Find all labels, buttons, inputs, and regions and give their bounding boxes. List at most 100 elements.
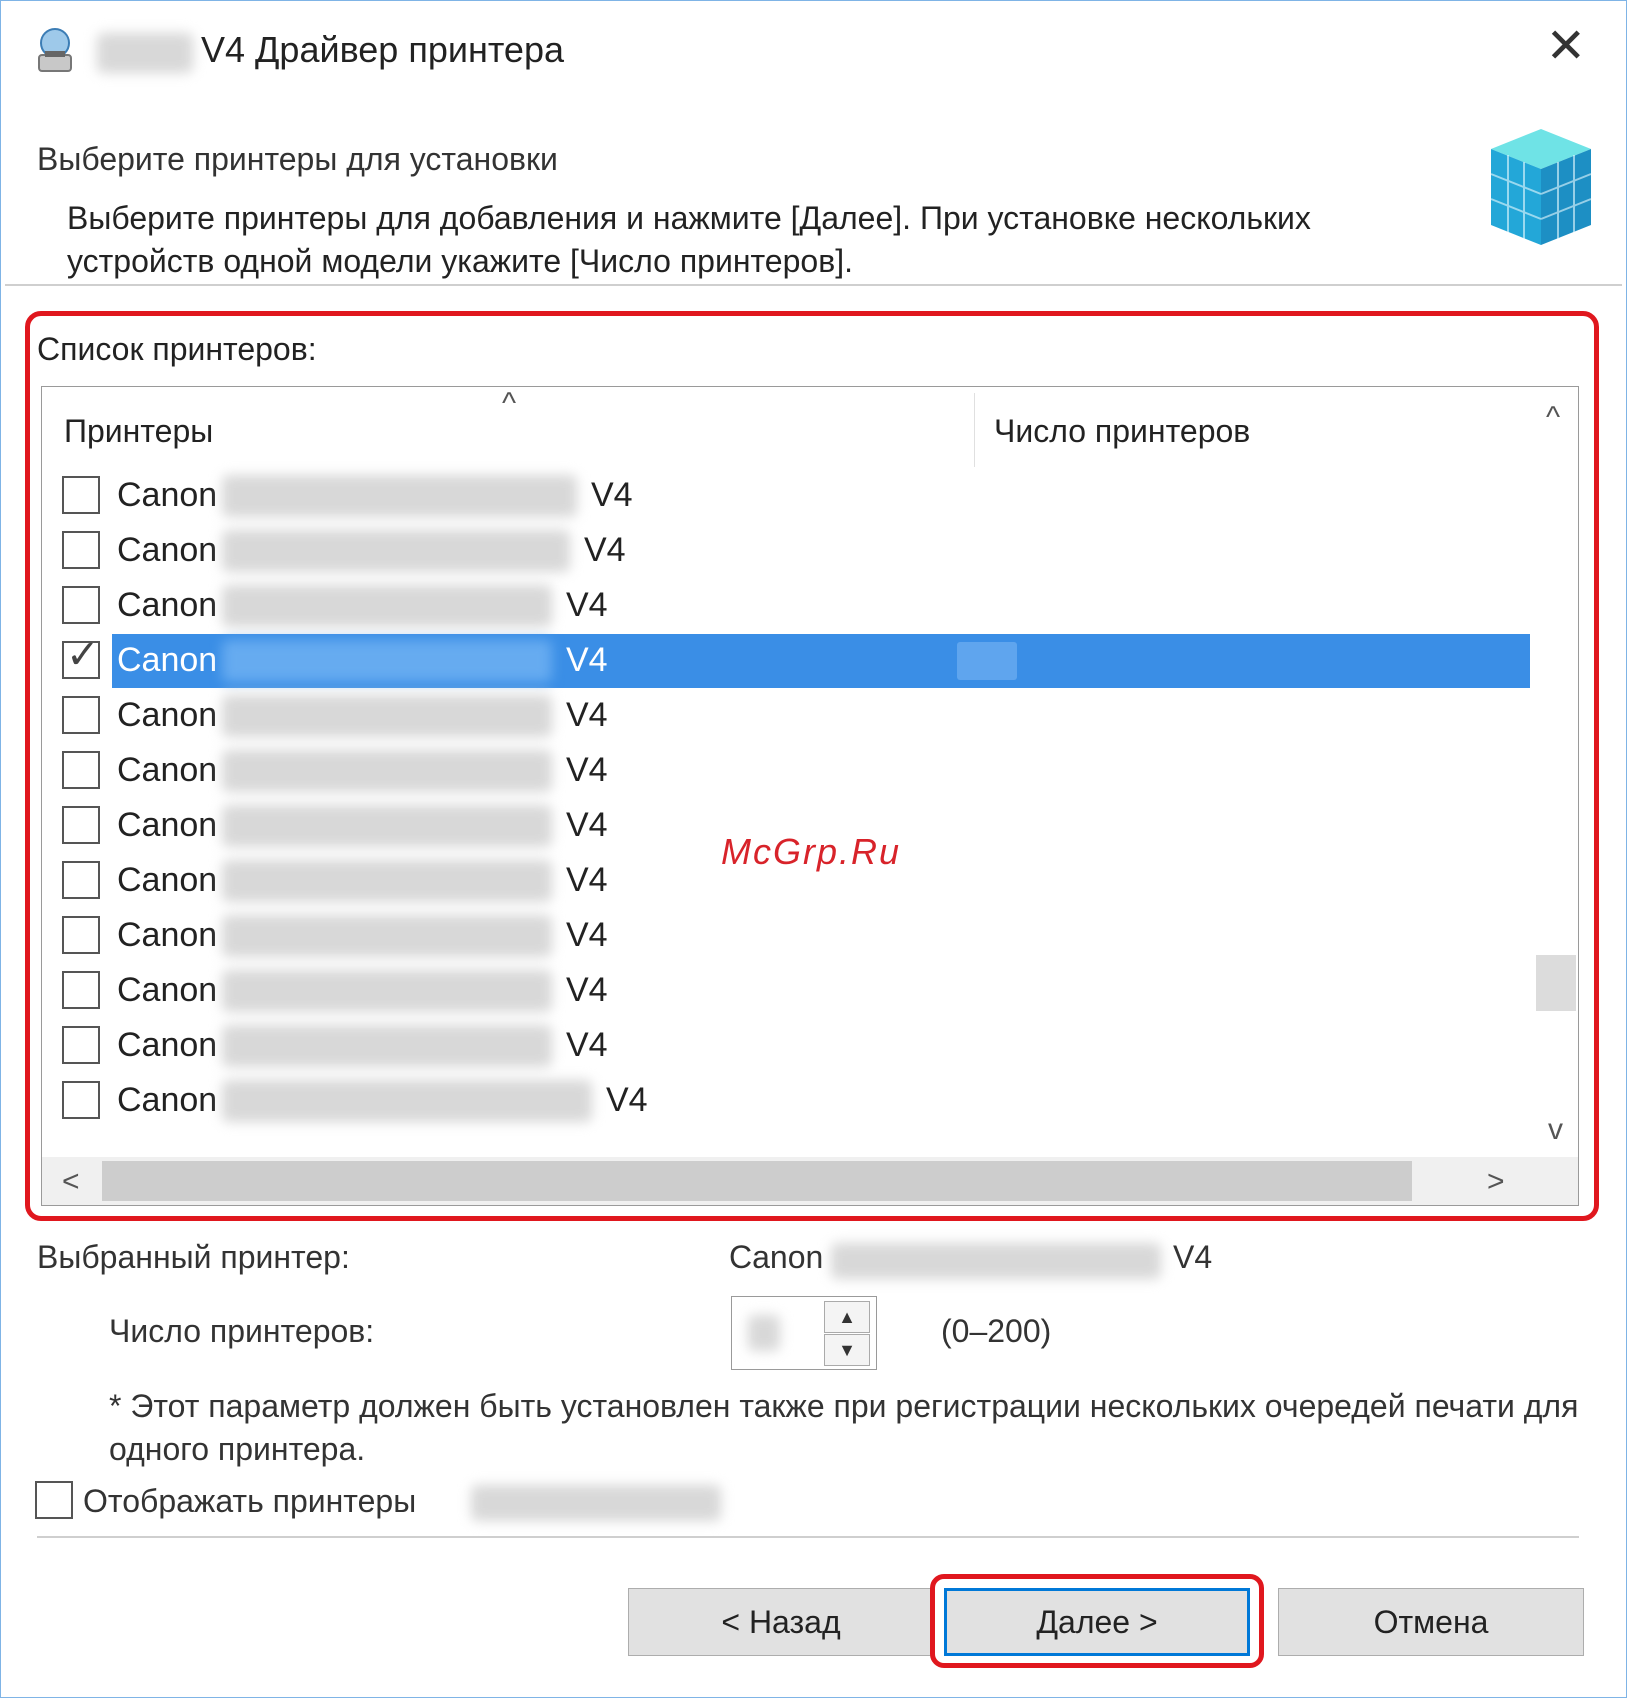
vertical-scroll-thumb[interactable] bbox=[1536, 955, 1576, 1011]
header-description: Выберите принтеры для добавления и нажми… bbox=[67, 200, 1311, 279]
chevron-up-icon[interactable]: ^ bbox=[1546, 401, 1560, 435]
printer-checkbox[interactable] bbox=[62, 861, 100, 899]
printer-name: Canon bbox=[117, 476, 218, 514]
printer-row[interactable]: Canon V4 bbox=[42, 744, 1520, 798]
close-icon[interactable]: ✕ bbox=[1546, 23, 1586, 71]
printer-count-label: Число принтеров: bbox=[109, 1313, 375, 1349]
printer-list[interactable]: ^ Принтеры Число принтеров Canon V4 Canon V… bbox=[41, 386, 1579, 1206]
back-button[interactable]: < Назад bbox=[628, 1588, 934, 1656]
printer-driver-suffix: V4 bbox=[584, 531, 626, 569]
printer-checkbox[interactable] bbox=[62, 916, 100, 954]
horizontal-scroll-thumb[interactable] bbox=[102, 1161, 1412, 1201]
printer-driver-suffix: V4 bbox=[566, 861, 608, 899]
printer-model-redaction bbox=[222, 695, 552, 737]
printer-driver-suffix: V4 bbox=[606, 1081, 648, 1119]
printer-driver-suffix: V4 bbox=[566, 696, 608, 734]
printer-name: Canon bbox=[117, 971, 218, 1009]
header-title: Выберите принтеры для установки bbox=[37, 141, 558, 177]
printer-checkbox[interactable] bbox=[62, 1081, 100, 1119]
selected-printer-suffix: V4 bbox=[1173, 1239, 1213, 1275]
printer-driver-suffix: V4 bbox=[566, 586, 608, 624]
printer-model-redaction bbox=[222, 750, 552, 792]
chevron-down-icon[interactable]: v bbox=[1548, 1113, 1563, 1147]
printer-model-redaction bbox=[222, 640, 552, 682]
horizontal-scrollbar[interactable]: < > bbox=[42, 1157, 1578, 1205]
header-separator bbox=[5, 284, 1622, 286]
printer-name: Canon bbox=[117, 751, 218, 789]
printer-row[interactable]: Canon V4 bbox=[42, 579, 1520, 633]
sort-ascending-icon: ^ bbox=[502, 387, 517, 420]
note-text: * Этот параметр должен быть установлен т… bbox=[109, 1388, 1579, 1467]
printer-row[interactable]: Canon V4 bbox=[42, 909, 1520, 963]
stepper-down-icon: ▼ bbox=[838, 1339, 856, 1360]
show-printers-checkbox[interactable] bbox=[35, 1481, 73, 1519]
printer-model-redaction bbox=[222, 860, 552, 902]
printer-driver-suffix: V4 bbox=[566, 751, 608, 789]
printer-name: Canon bbox=[117, 696, 218, 734]
printer-checkbox[interactable] bbox=[62, 696, 100, 734]
column-count-label: Число принтеров bbox=[994, 413, 1251, 449]
printer-name: Canon bbox=[117, 916, 218, 954]
stepper-up-button[interactable]: ▲ bbox=[824, 1301, 870, 1333]
printer-count-stepper[interactable]: ▲ ▼ bbox=[731, 1296, 877, 1370]
footer-separator bbox=[37, 1536, 1579, 1538]
printer-model-redaction bbox=[222, 475, 577, 517]
column-header-printers[interactable]: ^ Принтеры bbox=[42, 387, 974, 469]
stepper-up-icon: ▲ bbox=[838, 1306, 856, 1327]
printer-count-cell-redaction bbox=[957, 642, 1017, 680]
printer-model-redaction bbox=[222, 805, 552, 847]
printer-driver-suffix: V4 bbox=[566, 1026, 608, 1064]
count-value-redaction bbox=[748, 1315, 780, 1351]
selected-printer-label: Выбранный принтер: bbox=[37, 1239, 350, 1275]
column-divider[interactable] bbox=[974, 393, 975, 467]
printer-checkbox[interactable] bbox=[62, 971, 100, 1009]
checkmark-icon: ✓ bbox=[66, 633, 100, 677]
printer-checkbox[interactable] bbox=[62, 531, 100, 569]
printer-model-redaction bbox=[222, 915, 552, 957]
printer-checkbox[interactable]: ✓ bbox=[62, 635, 100, 679]
printer-driver-suffix: V4 bbox=[566, 971, 608, 1009]
show-printers-redaction bbox=[471, 1485, 721, 1521]
printer-name: Canon bbox=[117, 1081, 218, 1119]
printer-row[interactable]: Canon V4 bbox=[42, 689, 1520, 743]
printer-model-redaction bbox=[222, 530, 570, 572]
printer-checkbox[interactable] bbox=[62, 751, 100, 789]
printer-name: Canon bbox=[117, 1026, 218, 1064]
watermark: McGrp.Ru bbox=[721, 831, 902, 872]
printer-row[interactable]: Canon V4 bbox=[42, 964, 1520, 1018]
cancel-button[interactable]: Отмена bbox=[1278, 1588, 1584, 1656]
selected-printer-name: Canon bbox=[729, 1239, 824, 1275]
printer-checkbox[interactable] bbox=[62, 586, 100, 624]
printer-row[interactable]: Canon V4 bbox=[42, 524, 1520, 578]
printer-driver-suffix: V4 bbox=[591, 476, 633, 514]
printer-model-redaction bbox=[222, 1025, 552, 1067]
printer-checkbox[interactable] bbox=[62, 476, 100, 514]
printer-row[interactable]: Canon V4 bbox=[42, 469, 1520, 523]
vertical-scrollbar[interactable]: ^ v bbox=[1534, 387, 1578, 1157]
printer-name: Canon bbox=[117, 531, 218, 569]
installer-window: V4 Драйвер принтера ✕ Выберите принтеры … bbox=[0, 0, 1627, 1698]
printer-row[interactable]: Canon V4 bbox=[42, 1019, 1520, 1073]
stepper-down-button[interactable]: ▼ bbox=[824, 1334, 870, 1366]
printer-model-redaction bbox=[222, 970, 552, 1012]
printer-driver-suffix: V4 bbox=[566, 806, 608, 844]
printer-model-redaction bbox=[222, 1080, 592, 1122]
printer-row[interactable]: Canon V4 bbox=[42, 1074, 1520, 1128]
printer-cubes-icon bbox=[1471, 119, 1601, 255]
window-title: V4 Драйвер принтера bbox=[201, 29, 564, 70]
selected-printer-redaction bbox=[831, 1243, 1161, 1279]
chevron-left-icon[interactable]: < bbox=[62, 1165, 80, 1199]
printer-name: Canon bbox=[117, 586, 218, 624]
printer-model-redaction bbox=[222, 585, 552, 627]
printer-driver-suffix: V4 bbox=[566, 641, 608, 679]
show-printers-label[interactable]: Отображать принтеры bbox=[83, 1483, 416, 1520]
printer-checkbox[interactable] bbox=[62, 1026, 100, 1064]
printer-name: Canon bbox=[117, 806, 218, 844]
printer-row[interactable]: ✓ Canon V4 bbox=[42, 634, 1530, 688]
next-button[interactable]: Далее > bbox=[944, 1588, 1250, 1656]
printer-checkbox[interactable] bbox=[62, 806, 100, 844]
column-header-count[interactable]: Число принтеров bbox=[976, 387, 1516, 469]
printer-driver-suffix: V4 bbox=[566, 916, 608, 954]
installer-icon bbox=[27, 23, 83, 79]
chevron-right-icon[interactable]: > bbox=[1487, 1165, 1505, 1199]
